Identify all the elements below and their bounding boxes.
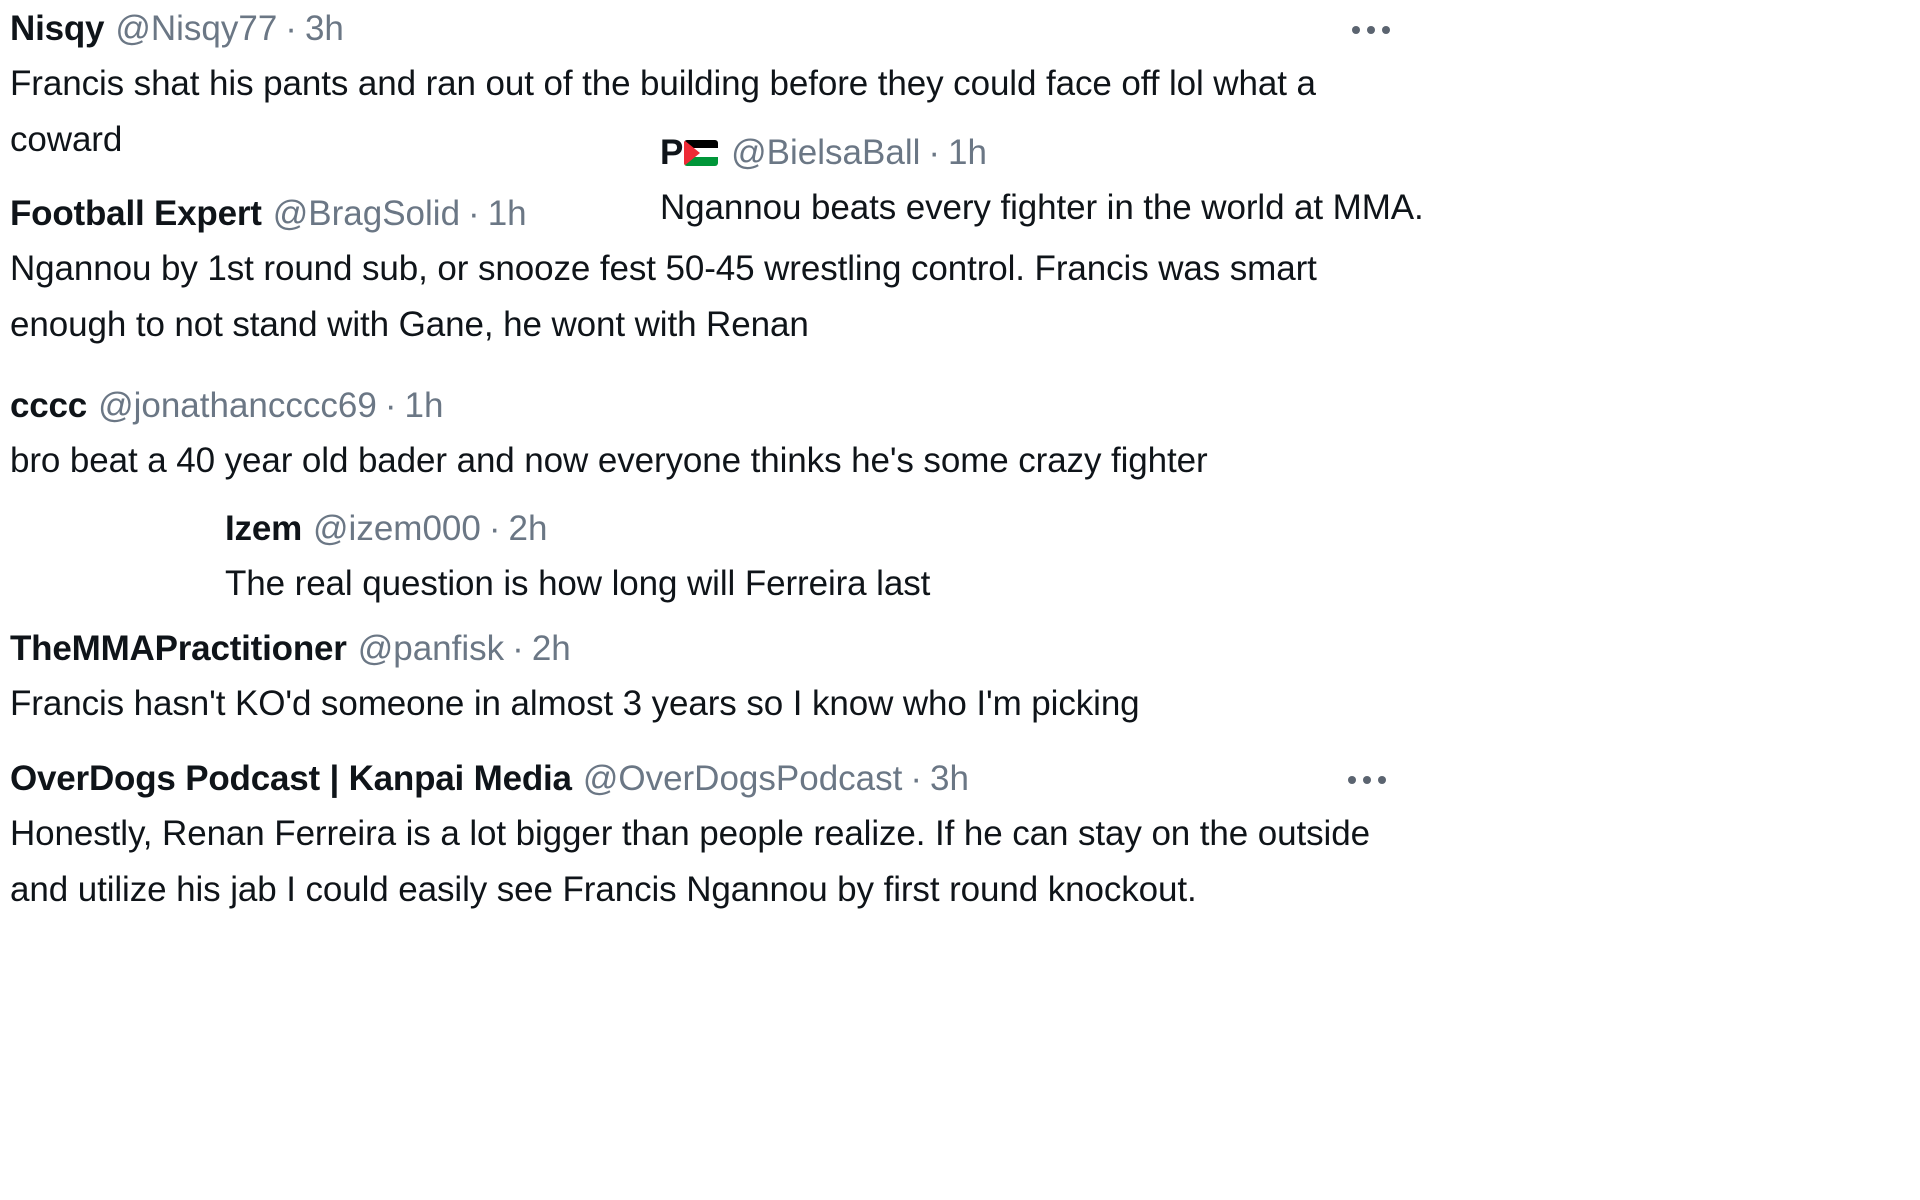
- dot: [1378, 776, 1386, 784]
- separator-dot: ·: [910, 759, 923, 798]
- dot: [1367, 26, 1375, 34]
- tweet-header: P @BielsaBall · 1h: [660, 132, 1920, 173]
- user-handle[interactable]: @jonathancccc69: [98, 385, 377, 426]
- timestamp[interactable]: 2h: [509, 508, 548, 549]
- dot: [1348, 776, 1356, 784]
- user-handle[interactable]: @panfisk: [358, 628, 504, 669]
- tweet-header: Izem @izem000 · 2h: [225, 508, 1425, 549]
- tweet-text: The real question is how long will Ferre…: [225, 564, 931, 604]
- display-name[interactable]: Football Expert: [10, 193, 262, 234]
- more-options-icon[interactable]: [1352, 26, 1390, 34]
- timestamp[interactable]: 3h: [305, 8, 344, 49]
- display-name[interactable]: Nisqy: [10, 8, 105, 49]
- timestamp[interactable]: 1h: [488, 193, 527, 234]
- display-name[interactable]: P: [660, 132, 683, 173]
- tweet-overdogs-podcast: OverDogs Podcast | Kanpai Media @OverDog…: [10, 758, 1430, 917]
- separator-dot: ·: [384, 386, 397, 425]
- display-name[interactable]: Izem: [225, 508, 302, 549]
- separator-dot: ·: [512, 629, 524, 668]
- separator-dot: ·: [468, 194, 480, 233]
- tweet-header: Nisqy @Nisqy77 · 3h: [10, 8, 1430, 49]
- tweet-cccc: cccc @jonathancccc69 · 1h bro beat a 40 …: [10, 385, 1430, 489]
- display-name[interactable]: OverDogs Podcast | Kanpai Media: [10, 758, 572, 799]
- user-handle[interactable]: @Nisqy77: [115, 8, 277, 49]
- tweet-football-expert: Football Expert @BragSolid · 1h Ngannou …: [10, 193, 1430, 352]
- timestamp[interactable]: 2h: [532, 628, 571, 669]
- dot: [1382, 26, 1390, 34]
- tweet-izem: Izem @izem000 · 2h The real question is …: [225, 508, 1425, 612]
- separator-dot: ·: [488, 509, 501, 548]
- tweet-header: cccc @jonathancccc69 · 1h: [10, 385, 1430, 426]
- user-handle[interactable]: @BragSolid: [273, 193, 460, 234]
- palestine-flag-icon: [684, 139, 719, 166]
- timestamp[interactable]: 1h: [404, 385, 443, 426]
- tweet-text: bro beat a 40 year old bader and now eve…: [10, 441, 1208, 481]
- tweet-themmapractitioner: TheMMAPractitioner @panfisk · 2h Francis…: [10, 628, 1430, 732]
- tweet-header: Football Expert @BragSolid · 1h: [10, 193, 1430, 234]
- dot: [1363, 776, 1371, 784]
- more-options-icon[interactable]: [1348, 776, 1386, 784]
- display-name[interactable]: cccc: [10, 385, 87, 426]
- tweet-collage: Nisqy @Nisqy77 · 3h Francis shat his pan…: [0, 0, 1920, 1200]
- user-handle[interactable]: @izem000: [313, 508, 481, 549]
- timestamp[interactable]: 3h: [930, 758, 969, 799]
- user-handle[interactable]: @BielsaBall: [731, 132, 920, 173]
- dot: [1352, 26, 1360, 34]
- separator-dot: ·: [928, 133, 941, 172]
- separator-dot: ·: [285, 9, 297, 48]
- tweet-text: Ngannou by 1st round sub, or snooze fest…: [10, 249, 1317, 344]
- display-name[interactable]: TheMMAPractitioner: [10, 628, 347, 669]
- timestamp[interactable]: 1h: [948, 132, 987, 173]
- tweet-header: OverDogs Podcast | Kanpai Media @OverDog…: [10, 758, 1430, 799]
- tweet-text: Francis hasn't KO'd someone in almost 3 …: [10, 684, 1140, 724]
- user-handle[interactable]: @OverDogsPodcast: [583, 758, 903, 799]
- tweet-header: TheMMAPractitioner @panfisk · 2h: [10, 628, 1430, 669]
- tweet-text: Honestly, Renan Ferreira is a lot bigger…: [10, 814, 1370, 909]
